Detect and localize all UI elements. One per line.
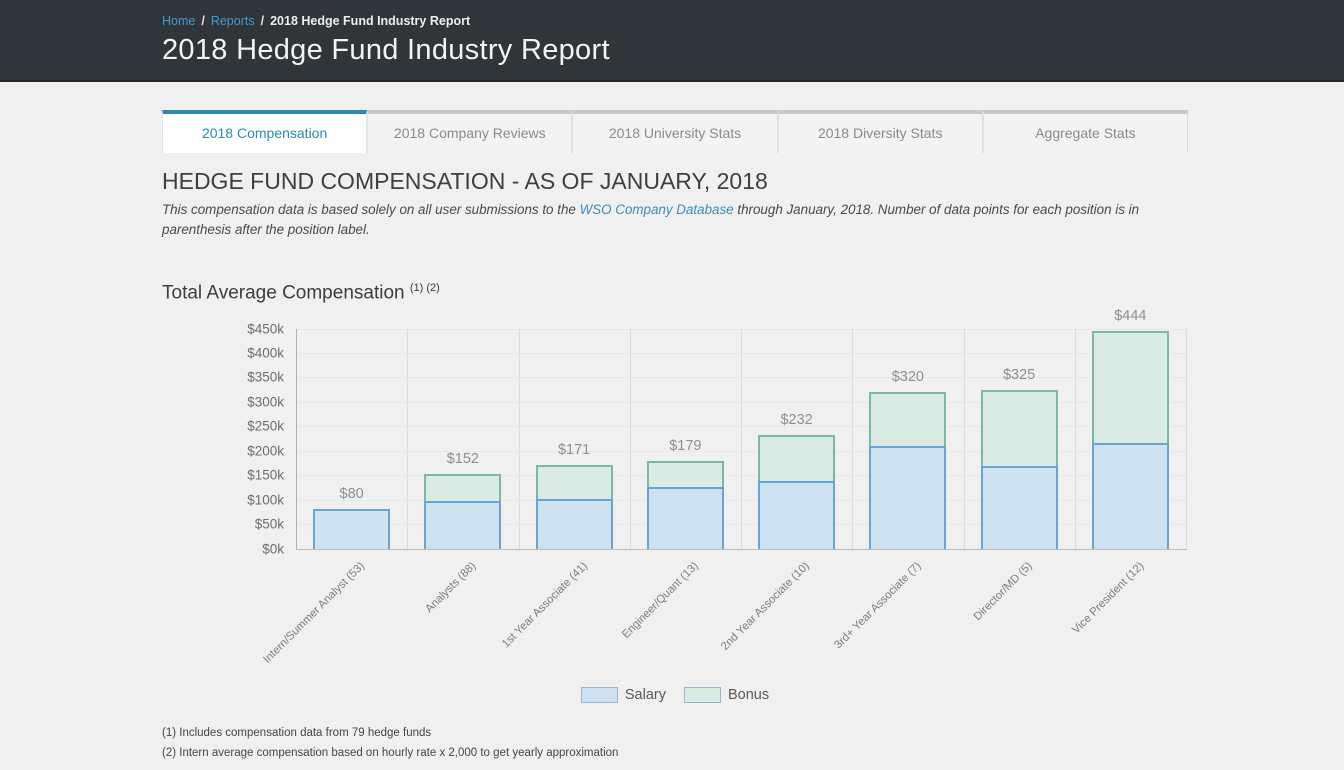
y-axis-tick-label: $50k — [162, 517, 284, 532]
salary-bar-segment — [981, 466, 1058, 548]
x-axis-line — [296, 549, 1187, 550]
tab-2018-diversity-stats[interactable]: 2018 Diversity Stats — [778, 110, 983, 153]
salary-bar-segment — [869, 446, 946, 549]
salary-bar-segment — [313, 509, 390, 548]
bonus-bar-segment — [424, 474, 501, 501]
description-text-before: This compensation data is based solely o… — [162, 202, 580, 217]
chart-title-footnote-refs: (1) (2) — [410, 282, 440, 294]
footnotes: (1) Includes compensation data from 79 h… — [162, 727, 1188, 759]
bar-value-label: $171 — [519, 442, 629, 458]
y-axis-tick-label: $100k — [162, 492, 284, 507]
tab-aggregate-stats[interactable]: Aggregate Stats — [983, 110, 1188, 153]
section-description: This compensation data is based solely o… — [162, 200, 1174, 240]
vertical-gridline — [741, 329, 742, 549]
wso-company-database-link[interactable]: WSO Company Database — [580, 202, 734, 217]
bonus-bar-segment — [869, 392, 946, 446]
x-axis-category-label: 3rd+ Year Associate (7) — [832, 560, 923, 651]
tab-bar: 2018 Compensation2018 Company Reviews201… — [162, 110, 1188, 153]
bar-value-label: $320 — [853, 369, 963, 385]
breadcrumb-current-2018-hedge-fund-industry-report: 2018 Hedge Fund Industry Report — [270, 14, 470, 28]
salary-bar-segment — [1092, 443, 1169, 548]
y-axis-tick-label: $300k — [162, 394, 284, 409]
bar-value-label: $80 — [297, 486, 407, 502]
y-axis-tick-label: $400k — [162, 345, 284, 360]
x-axis-category-label: 1st Year Associate (41) — [499, 560, 589, 650]
bar-value-label: $444 — [1075, 308, 1185, 324]
tab-2018-company-reviews[interactable]: 2018 Company Reviews — [367, 110, 572, 153]
breadcrumb-link-home[interactable]: Home — [162, 14, 195, 28]
vertical-gridline — [407, 329, 408, 549]
salary-bar-segment — [424, 501, 501, 548]
vertical-gridline — [852, 329, 853, 549]
breadcrumb: Home / Reports / 2018 Hedge Fund Industry Re… — [162, 14, 1344, 28]
y-axis-tick-label: $450k — [162, 321, 284, 336]
legend-label-bonus: Bonus — [728, 687, 769, 703]
salary-bar-segment — [647, 487, 724, 548]
vertical-gridline — [964, 329, 965, 549]
y-axis-tick-label: $0k — [162, 541, 284, 556]
bar-value-label: $152 — [408, 451, 518, 467]
vertical-gridline — [1075, 329, 1076, 549]
salary-bar-segment — [758, 481, 835, 549]
legend-label-salary: Salary — [625, 687, 666, 703]
section-heading: HEDGE FUND COMPENSATION - AS OF JANUARY,… — [162, 168, 1188, 195]
vertical-gridline — [1186, 329, 1187, 549]
legend-swatch-bonus — [684, 687, 721, 703]
x-axis-category-label: 2nd Year Associate (10) — [719, 560, 812, 653]
bonus-bar-segment — [758, 435, 835, 480]
page-title: 2018 Hedge Fund Industry Report — [162, 34, 1344, 67]
tab-2018-university-stats[interactable]: 2018 University Stats — [572, 110, 777, 153]
x-axis-category-label: Engineer/Quant (13) — [620, 560, 701, 641]
breadcrumb-link-reports[interactable]: Reports — [211, 14, 255, 28]
y-axis-line — [296, 329, 297, 550]
y-axis-tick-label: $250k — [162, 419, 284, 434]
bonus-bar-segment — [647, 461, 724, 487]
bonus-bar-segment — [981, 390, 1058, 467]
chart-legend: Salary Bonus — [162, 687, 1188, 703]
bar-value-label: $179 — [630, 438, 740, 454]
bar-value-label: $232 — [742, 412, 852, 428]
vertical-gridline — [519, 329, 520, 549]
bonus-bar-segment — [1092, 331, 1169, 443]
y-axis-tick-label: $200k — [162, 443, 284, 458]
x-axis-category-label: Director/MD (5) — [972, 560, 1035, 623]
legend-swatch-salary — [581, 687, 618, 703]
x-axis-category-label: Analysts (88) — [423, 560, 478, 615]
footnote-1: (1) Includes compensation data from 79 h… — [162, 727, 1188, 739]
x-axis-category-label: Vice President (12) — [1070, 560, 1146, 636]
bar-value-label: $325 — [964, 367, 1074, 383]
footnote-2: (2) Intern average compensation based on… — [162, 747, 1188, 759]
salary-bar-segment — [536, 499, 613, 549]
legend-item-bonus[interactable]: Bonus — [684, 687, 769, 703]
y-axis-tick-label: $150k — [162, 468, 284, 483]
chart-title: Total Average Compensation (1) (2) — [162, 282, 1188, 304]
site-header: Home / Reports / 2018 Hedge Fund Industry Re… — [0, 0, 1344, 82]
breadcrumb-separator: / — [201, 14, 204, 28]
legend-item-salary[interactable]: Salary — [581, 687, 666, 703]
main-content: 2018 Compensation2018 Company Reviews201… — [162, 110, 1188, 759]
breadcrumb-separator: / — [261, 14, 264, 28]
x-axis-category-label: Intern/Summer Analyst (53) — [261, 560, 367, 666]
compensation-bar-chart: $450k $400k $350k $300k $250k $200k $150k $100k… — [162, 313, 1188, 685]
y-axis-tick-label: $350k — [162, 370, 284, 385]
bonus-bar-segment — [536, 465, 613, 499]
tab-2018-compensation[interactable]: 2018 Compensation — [162, 110, 367, 153]
